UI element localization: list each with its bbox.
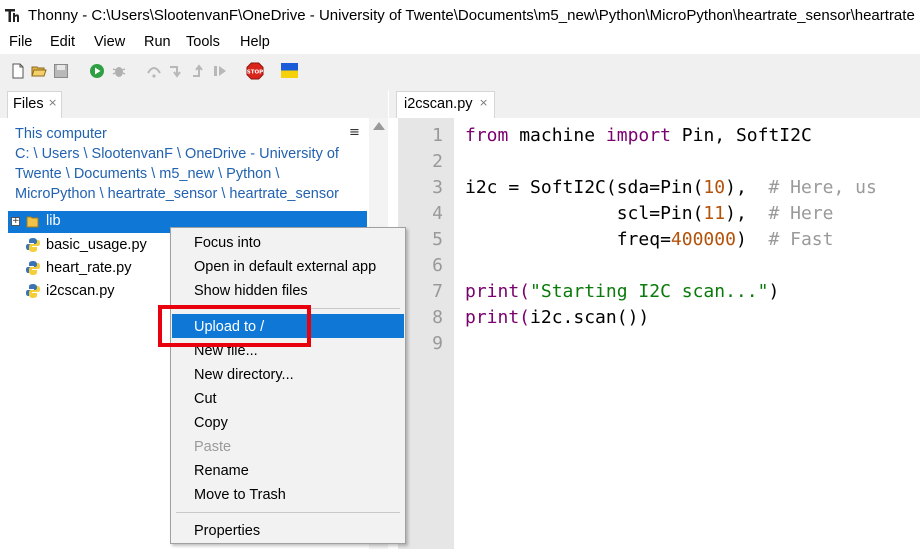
ctx-cut[interactable]: Cut: [194, 391, 217, 407]
code-token: scl=Pin(: [465, 203, 704, 224]
code-token: i2c = SoftI2C(sda=Pin(: [465, 177, 704, 198]
tree-item-heart-rate[interactable]: heart_rate.py: [46, 260, 131, 276]
line-number: 2: [432, 151, 443, 172]
ctx-separator: [176, 512, 400, 513]
open-folder-icon[interactable]: [31, 63, 47, 79]
annotation-highlight-box: [158, 305, 311, 347]
tree-item-label: lib: [46, 213, 61, 229]
menu-help[interactable]: Help: [240, 34, 270, 50]
line-number: 1: [432, 125, 443, 146]
path-line-2[interactable]: Twente \ Documents \ m5_new \ Python \: [15, 166, 279, 182]
line-number: 3: [432, 177, 443, 198]
code-token: import: [605, 125, 671, 146]
expand-icon[interactable]: +: [11, 217, 20, 226]
tree-item-i2cscan[interactable]: i2cscan.py: [46, 283, 115, 299]
ctx-copy[interactable]: Copy: [194, 415, 228, 431]
line-number: 4: [432, 203, 443, 224]
code-token: 10: [703, 177, 726, 198]
code-token: 400000: [670, 229, 736, 250]
step-out-icon[interactable]: [190, 63, 206, 79]
code-token: machine: [508, 125, 606, 146]
run-icon[interactable]: [89, 63, 105, 79]
code-token: ): [768, 281, 780, 302]
tab-i2cscan-label: i2cscan.py: [404, 96, 473, 112]
code-line[interactable]: print("Starting I2C scan..."): [465, 281, 779, 302]
ctx-focus-into[interactable]: Focus into: [194, 235, 261, 251]
code-token: "Starting I2C scan...": [530, 281, 769, 302]
python-file-icon: [26, 261, 40, 275]
code-token: freq=: [465, 229, 671, 250]
menu-edit[interactable]: Edit: [50, 34, 75, 50]
window-title: Thonny - C:\Users\SlootenvanF\OneDrive -…: [28, 7, 915, 24]
new-file-icon[interactable]: [10, 63, 26, 79]
code-token: # Here, us: [768, 177, 877, 198]
step-over-icon[interactable]: [146, 63, 162, 79]
tab-files-label: Files: [13, 96, 44, 112]
code-line[interactable]: i2c = SoftI2C(sda=Pin(10), # Here, us: [465, 177, 877, 198]
ctx-show-hidden-files[interactable]: Show hidden files: [194, 283, 308, 299]
resume-icon[interactable]: [212, 63, 228, 79]
tab-files-close-icon[interactable]: ×: [48, 96, 57, 109]
ctx-open-external[interactable]: Open in default external app: [194, 259, 376, 275]
menu-tools[interactable]: Tools: [186, 34, 220, 50]
menu-view[interactable]: View: [94, 34, 125, 50]
code-token: print(: [465, 307, 531, 328]
save-icon[interactable]: [53, 63, 69, 79]
python-file-icon: [26, 284, 40, 298]
code-token: 11: [703, 203, 726, 224]
code-line[interactable]: freq=400000) # Fast: [465, 229, 834, 250]
menu-bar: [0, 32, 920, 52]
code-token: ),: [725, 177, 769, 198]
tree-item-basic-usage[interactable]: basic_usage.py: [46, 237, 147, 253]
debug-icon[interactable]: [111, 63, 127, 79]
ukraine-flag-icon[interactable]: [281, 63, 298, 78]
code-token: from: [465, 125, 509, 146]
ctx-paste: Paste: [194, 439, 232, 455]
ctx-move-to-trash[interactable]: Move to Trash: [194, 487, 286, 503]
location-this-computer[interactable]: This computer: [15, 126, 107, 142]
code-token: ): [735, 229, 769, 250]
code-line[interactable]: from machine import Pin, SoftI2C: [465, 125, 812, 146]
path-line-1[interactable]: C: \ Users \ SlootenvanF \ OneDrive - Un…: [15, 146, 339, 162]
thonny-logo-icon: [5, 9, 19, 22]
code-token: i2c.scan()): [530, 307, 650, 328]
code-token: print(: [465, 281, 531, 302]
ctx-properties[interactable]: Properties: [194, 523, 260, 539]
toolbar: [0, 54, 920, 90]
ctx-rename[interactable]: Rename: [194, 463, 249, 479]
code-token: # Fast: [768, 229, 834, 250]
path-line-3[interactable]: MicroPython \ heartrate_sensor \ heartra…: [15, 186, 339, 202]
files-menu-icon[interactable]: ≡: [349, 125, 360, 140]
python-file-icon: [26, 238, 40, 252]
ctx-new-directory[interactable]: New directory...: [194, 367, 294, 383]
stop-icon-label: STOP: [247, 70, 263, 76]
step-into-icon[interactable]: [168, 63, 184, 79]
menu-file[interactable]: File: [9, 34, 32, 50]
code-token: # Here: [768, 203, 834, 224]
scroll-up-arrow-icon[interactable]: [373, 122, 385, 130]
menu-run[interactable]: Run: [144, 34, 171, 50]
stop-icon[interactable]: STOP: [246, 62, 264, 80]
folder-icon: [26, 216, 39, 228]
code-token: Pin, SoftI2C: [670, 125, 812, 146]
tab-i2cscan-close-icon[interactable]: ×: [479, 96, 488, 109]
code-token: ),: [725, 203, 769, 224]
code-line[interactable]: scl=Pin(11), # Here: [465, 203, 834, 224]
code-line[interactable]: print(i2c.scan()): [465, 307, 649, 328]
